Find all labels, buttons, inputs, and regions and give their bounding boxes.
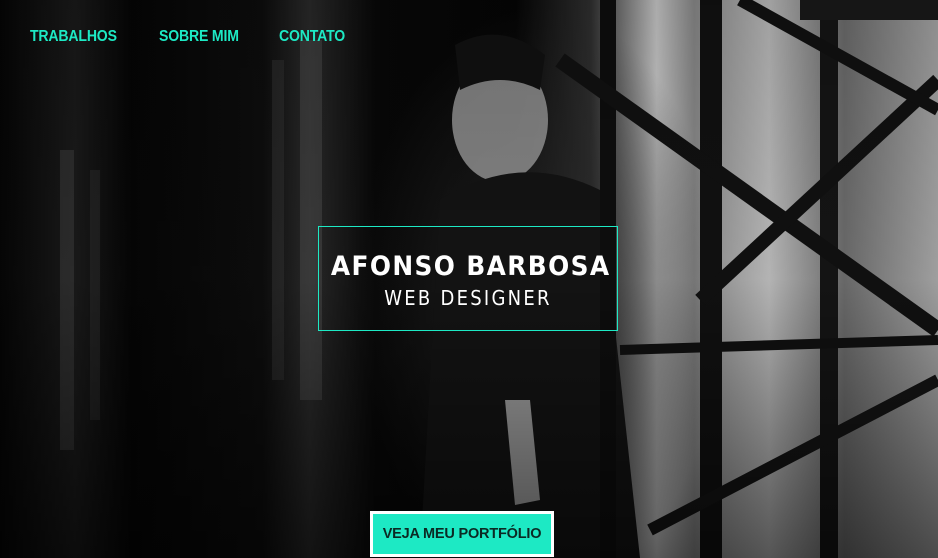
hero-title-box: AFONSO BARBOSA WEB DESIGNER: [318, 226, 618, 331]
nav-item-contato[interactable]: CONTATO: [279, 28, 345, 46]
hero-section: TRABALHOS SOBRE MIM CONTATO AFONSO BARBO…: [0, 0, 938, 558]
main-nav: TRABALHOS SOBRE MIM CONTATO: [30, 28, 354, 46]
nav-item-sobre-mim[interactable]: SOBRE MIM: [159, 28, 239, 46]
hero-name: AFONSO BARBOSA: [330, 251, 611, 282]
portfolio-button[interactable]: VEJA MEU PORTFÓLIO: [370, 511, 554, 557]
nav-item-trabalhos[interactable]: TRABALHOS: [30, 28, 117, 46]
hero-role: WEB DESIGNER: [384, 286, 552, 310]
